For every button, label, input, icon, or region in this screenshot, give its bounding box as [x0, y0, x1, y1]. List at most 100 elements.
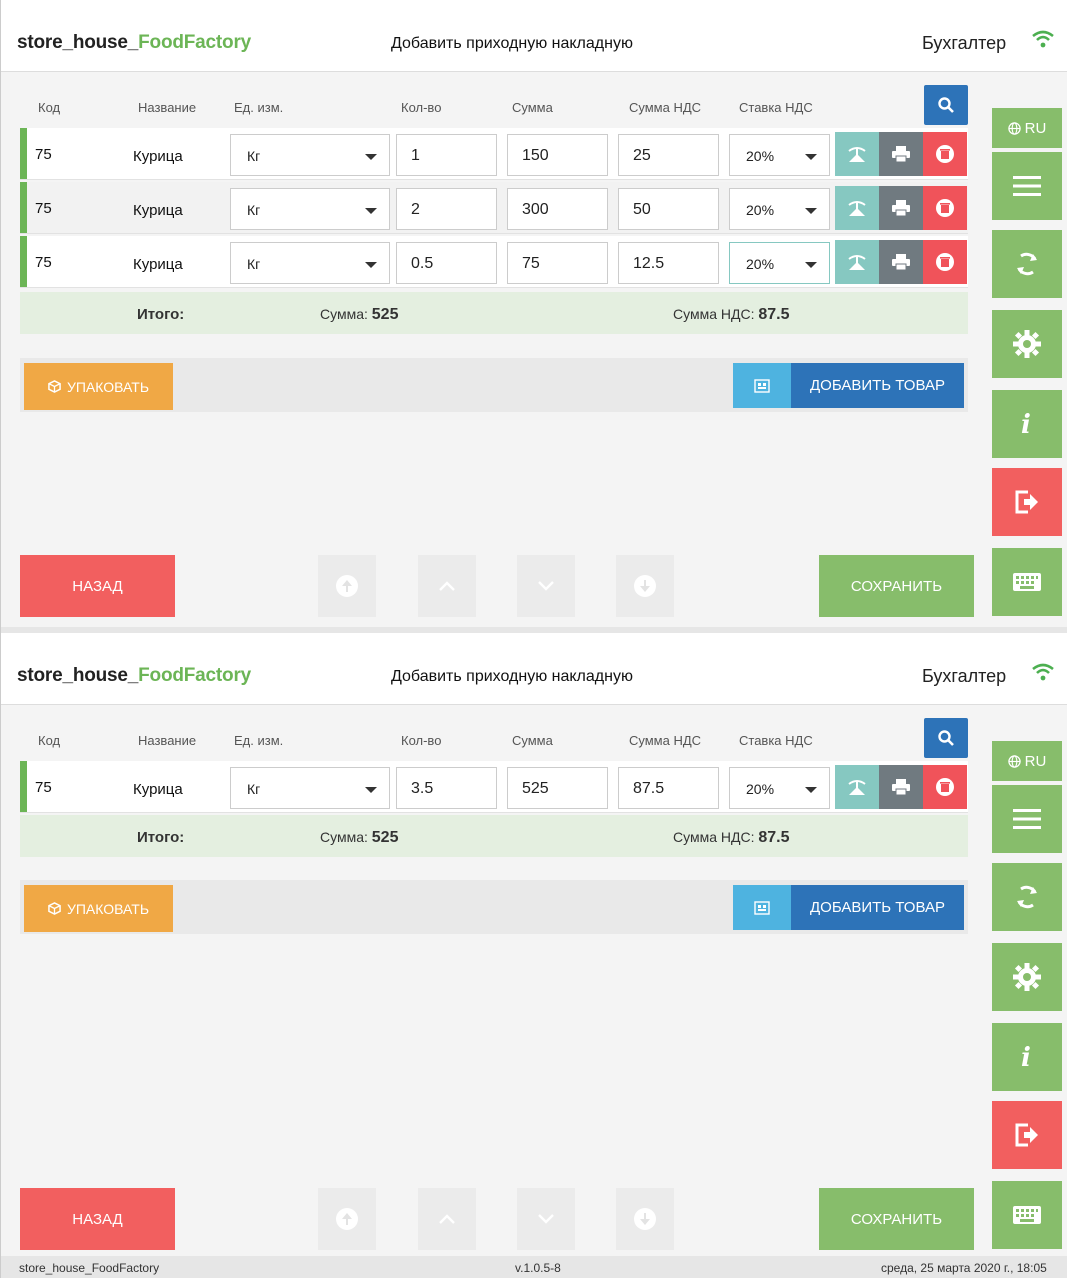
menu-button[interactable]	[992, 785, 1062, 853]
logout-button[interactable]	[992, 468, 1062, 536]
sum-input[interactable]: 300	[507, 188, 608, 230]
back-button[interactable]: НАЗАД	[20, 1188, 175, 1250]
print-icon	[892, 779, 910, 796]
vat-sum-input[interactable]: 87.5	[618, 767, 719, 809]
sum-input[interactable]: 525	[507, 767, 608, 809]
scale-button[interactable]	[835, 765, 879, 809]
info-button[interactable]: i	[992, 1023, 1062, 1091]
vat-sum-input[interactable]: 25	[618, 134, 719, 176]
print-button[interactable]	[879, 765, 923, 809]
table-row: 75 Курица Кг 1 150 25 20%	[20, 128, 968, 180]
qty-input[interactable]: 3.5	[396, 767, 497, 809]
barcode-button[interactable]	[733, 363, 791, 408]
sync-button[interactable]	[992, 863, 1062, 931]
menu-button[interactable]	[992, 152, 1062, 220]
qty-input[interactable]: 1	[396, 134, 497, 176]
col-name: Название	[138, 733, 197, 748]
language-button[interactable]: RU	[992, 741, 1062, 781]
delete-button[interactable]	[923, 765, 967, 809]
scale-button[interactable]	[835, 186, 879, 230]
vat-rate-select[interactable]: 20%	[729, 188, 830, 230]
unit-value: Кг	[247, 148, 261, 164]
info-button[interactable]: i	[992, 390, 1062, 458]
vat-sum-input[interactable]: 12.5	[618, 242, 719, 284]
footer-app: store_house_FoodFactory	[19, 1261, 160, 1275]
sync-button[interactable]	[992, 230, 1062, 298]
row-code: 75	[35, 254, 52, 271]
vat-rate-value: 20%	[746, 781, 775, 797]
app-name: store_house_	[17, 32, 139, 53]
print-icon	[892, 254, 910, 271]
pack-button[interactable]: УПАКОВАТЬ	[24, 885, 173, 932]
wifi-icon	[1032, 663, 1054, 681]
delete-button[interactable]	[923, 240, 967, 284]
add-product-button[interactable]: ДОБАВИТЬ ТОВАР	[791, 885, 964, 930]
scroll-up-button[interactable]	[418, 1188, 476, 1250]
user-role: Бухгалтер	[922, 666, 1007, 686]
vat-rate-select[interactable]: 20%	[729, 242, 830, 284]
barcode-button[interactable]	[733, 885, 791, 930]
qty-input[interactable]: 0.5	[396, 242, 497, 284]
unit-select[interactable]: Кг	[230, 242, 390, 284]
vat-sum-input[interactable]: 50	[618, 188, 719, 230]
print-button[interactable]	[879, 132, 923, 176]
save-button[interactable]: СОХРАНИТЬ	[819, 555, 974, 617]
search-button[interactable]	[924, 718, 968, 758]
scroll-bottom-button[interactable]	[616, 1188, 674, 1250]
chevron-down-icon	[365, 154, 377, 160]
add-product-button[interactable]: ДОБАВИТЬ ТОВАР	[791, 363, 964, 408]
keyboard-button[interactable]	[992, 1181, 1062, 1249]
unit-select[interactable]: Кг	[230, 767, 390, 809]
delete-button[interactable]	[923, 132, 967, 176]
barcode-icon	[754, 900, 770, 915]
scroll-down-button[interactable]	[517, 555, 575, 617]
unit-select[interactable]: Кг	[230, 134, 390, 176]
logout-icon	[1015, 490, 1038, 514]
menu-icon	[1013, 809, 1041, 829]
totals-vat-value: 87.5	[758, 306, 790, 323]
totals-vat-value: 87.5	[758, 829, 790, 846]
print-icon	[892, 146, 910, 163]
delete-button[interactable]	[923, 186, 967, 230]
app-title: store_house_FoodFactory	[17, 32, 251, 54]
app-title: store_house_FoodFactory	[17, 665, 251, 687]
scale-button[interactable]	[835, 240, 879, 284]
col-vat-sum: Сумма НДС	[629, 100, 702, 115]
logout-button[interactable]	[992, 1101, 1062, 1169]
settings-button[interactable]	[992, 943, 1062, 1011]
totals-sum-value: 525	[371, 306, 399, 323]
scroll-down-button[interactable]	[517, 1188, 575, 1250]
language-button[interactable]: RU	[992, 108, 1062, 148]
settings-button[interactable]	[992, 310, 1062, 378]
print-button[interactable]	[879, 240, 923, 284]
sum-input[interactable]: 75	[507, 242, 608, 284]
scale-icon	[848, 780, 866, 795]
sync-icon	[1017, 885, 1037, 909]
totals-vat: Сумма НДС: 87.5	[673, 306, 790, 324]
trash-icon	[936, 199, 954, 217]
keyboard-button[interactable]	[992, 548, 1062, 616]
unit-value: Кг	[247, 256, 261, 272]
scroll-bottom-button[interactable]	[616, 555, 674, 617]
print-button[interactable]	[879, 186, 923, 230]
save-button[interactable]: СОХРАНИТЬ	[819, 1188, 974, 1250]
scroll-up-button[interactable]	[418, 555, 476, 617]
page-title: Добавить приходную накладную	[391, 668, 633, 685]
scale-button[interactable]	[835, 132, 879, 176]
back-button[interactable]: НАЗАД	[20, 555, 175, 617]
scroll-top-button[interactable]	[318, 1188, 376, 1250]
vat-rate-select[interactable]: 20%	[729, 767, 830, 809]
sum-input[interactable]: 150	[507, 134, 608, 176]
chevron-down-icon	[805, 787, 817, 793]
unit-select[interactable]: Кг	[230, 188, 390, 230]
print-icon	[892, 200, 910, 217]
pack-button[interactable]: УПАКОВАТЬ	[24, 363, 173, 410]
vat-rate-select[interactable]: 20%	[729, 134, 830, 176]
scroll-top-button[interactable]	[318, 555, 376, 617]
gear-icon	[1013, 963, 1041, 991]
qty-input[interactable]: 2	[396, 188, 497, 230]
row-indicator	[20, 128, 27, 179]
app-header: store_house_FoodFactory Добавить приходн…	[1, 0, 1067, 72]
search-button[interactable]	[924, 85, 968, 125]
totals-sum-label: Сумма:	[320, 306, 372, 322]
